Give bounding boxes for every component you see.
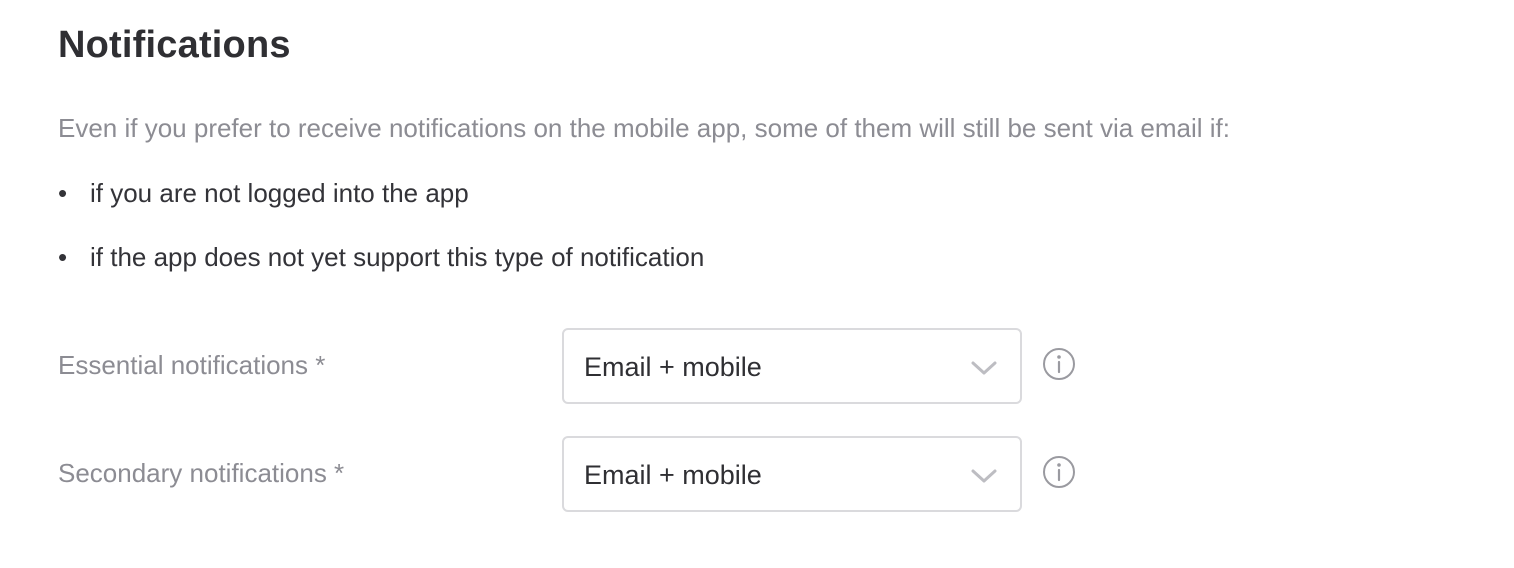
- notifications-settings-page: Notifications Even if you prefer to rece…: [0, 0, 1514, 568]
- chevron-down-icon: [971, 469, 997, 483]
- page-title: Notifications: [58, 24, 291, 66]
- list-item-text: if the app does not yet support this typ…: [90, 242, 705, 272]
- secondary-notifications-select[interactable]: Email + mobile: [562, 436, 1022, 512]
- essential-notifications-label: Essential notifications *: [58, 350, 326, 380]
- bullet-marker: •: [58, 242, 68, 272]
- list-item-text: if you are not logged into the app: [90, 178, 469, 208]
- secondary-notifications-label: Secondary notifications *: [58, 458, 345, 488]
- secondary-notifications-value: Email + mobile: [584, 460, 762, 490]
- secondary-notifications-row: Secondary notifications * Email + mobile: [58, 436, 1098, 512]
- essential-notifications-select[interactable]: Email + mobile: [562, 328, 1022, 404]
- info-icon[interactable]: [1042, 455, 1076, 489]
- essential-notifications-value: Email + mobile: [584, 352, 762, 382]
- chevron-down-icon: [971, 361, 997, 375]
- intro-text: Even if you prefer to receive notificati…: [58, 113, 1231, 143]
- bullet-marker: •: [58, 178, 68, 208]
- info-icon[interactable]: [1042, 347, 1076, 381]
- essential-notifications-row: Essential notifications * Email + mobile: [58, 328, 1098, 404]
